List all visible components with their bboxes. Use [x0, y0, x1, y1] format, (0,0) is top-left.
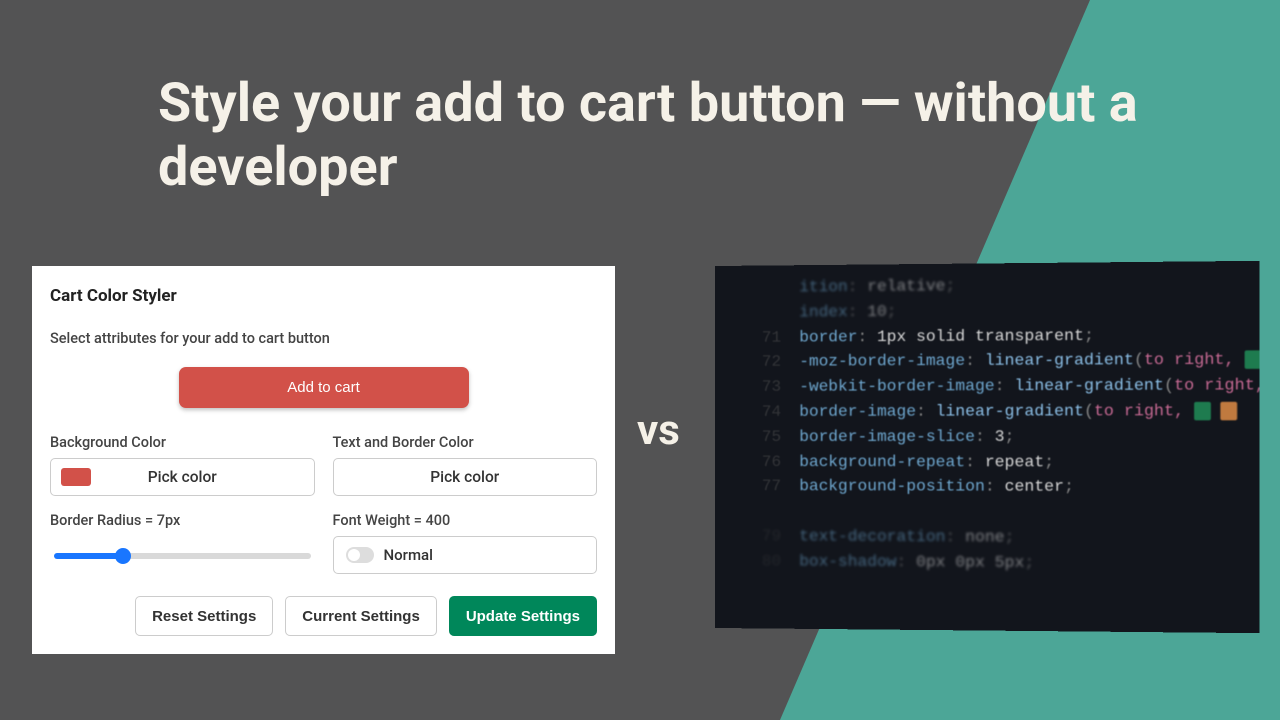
styler-subtitle: Select attributes for your add to cart b…: [50, 330, 597, 347]
border-radius-slider[interactable]: [50, 536, 315, 576]
color-swatch-icon: [61, 468, 91, 486]
picker-text: Pick color: [430, 468, 499, 486]
text-border-color-label: Text and Border Color: [333, 434, 598, 451]
versus-label: vs: [637, 406, 680, 455]
text-border-color-picker[interactable]: Pick color: [333, 458, 598, 496]
slider-thumb-icon: [115, 548, 131, 564]
font-weight-label: Font Weight = 400: [333, 512, 598, 529]
background-color-picker[interactable]: Pick color: [50, 458, 315, 496]
background-color-label: Background Color: [50, 434, 315, 451]
update-settings-button[interactable]: Update Settings: [449, 596, 597, 636]
styler-title: Cart Color Styler: [50, 286, 597, 306]
toggle-text: Normal: [384, 546, 433, 564]
picker-text: Pick color: [148, 468, 217, 486]
page-headline: Style your add to cart button — without …: [158, 72, 1280, 199]
border-radius-label: Border Radius = 7px: [50, 512, 315, 529]
code-editor-image: ition: relative;index: 10;71border: 1px …: [715, 261, 1259, 633]
add-to-cart-preview-button[interactable]: Add to cart: [179, 367, 469, 408]
reset-settings-button[interactable]: Reset Settings: [135, 596, 273, 636]
font-weight-toggle[interactable]: Normal: [333, 536, 598, 574]
styler-panel: Cart Color Styler Select attributes for …: [32, 266, 615, 654]
current-settings-button[interactable]: Current Settings: [285, 596, 437, 636]
toggle-switch-icon: [346, 547, 374, 563]
